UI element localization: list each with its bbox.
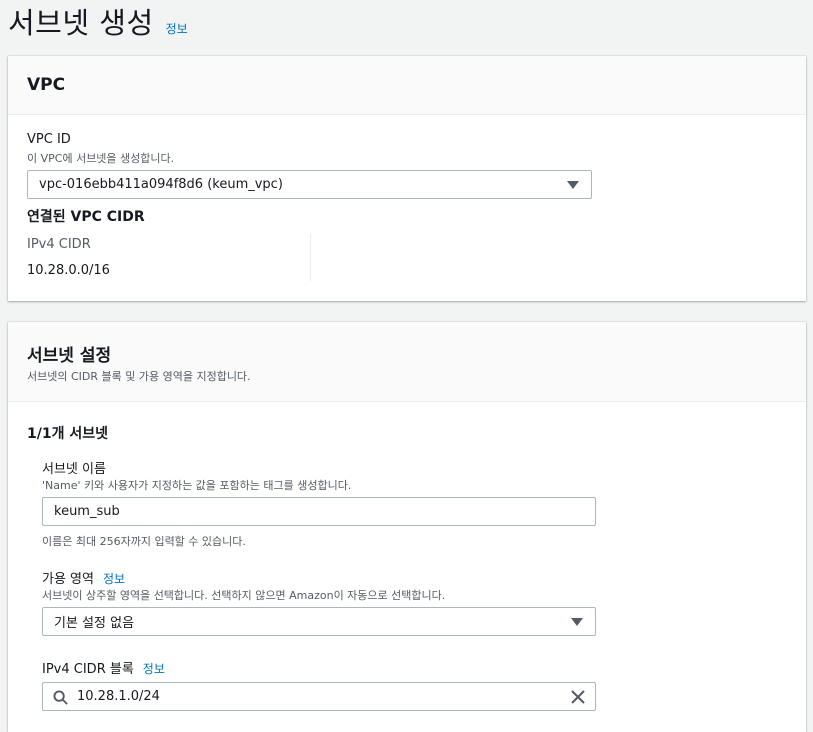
vpc-id-select[interactable]: vpc-016ebb411a094f8d6 (keum_vpc) — [27, 170, 592, 199]
vpc-panel-heading: VPC — [27, 75, 66, 95]
search-icon — [53, 690, 68, 705]
cidr-block-input[interactable]: 10.28.1.0/24 — [42, 682, 596, 711]
vpc-panel: VPC VPC ID 이 VPC에 서브넷을 생성합니다. vpc-016ebb… — [8, 56, 806, 301]
subnet-name-input[interactable]: keum_sub — [42, 497, 596, 526]
az-value: 기본 설정 없음 — [54, 616, 135, 631]
vpc-cidr-heading: 연결된 VPC CIDR — [27, 209, 145, 225]
az-select[interactable]: 기본 설정 없음 — [42, 607, 596, 636]
ipv4-cidr-label: IPv4 CIDR — [27, 237, 91, 252]
page-header: 서브넷 생성 정보 — [8, 0, 188, 40]
vpc-panel-header: VPC — [8, 56, 806, 115]
page-title: 서브넷 생성 — [8, 6, 154, 40]
subnet-name-hint: 이름은 최대 256자까지 입력할 수 있습니다. — [42, 535, 246, 548]
cidr-label-row: IPv4 CIDR 블록 정보 — [42, 658, 165, 677]
subnet-panel-header: 서브넷 설정 서브넷의 CIDR 블록 및 가용 영역을 지정합니다. — [8, 322, 806, 402]
az-label-row: 가용 영역 정보 — [42, 568, 125, 587]
az-label: 가용 영역 — [42, 572, 94, 587]
subnet-name-description: 'Name' 키와 사용자가 지정하는 값을 포함하는 태그를 생성합니다. — [42, 479, 352, 492]
page-info-link[interactable]: 정보 — [166, 20, 188, 37]
subnet-settings-panel: 서브넷 설정 서브넷의 CIDR 블록 및 가용 영역을 지정합니다. 1/1개… — [8, 322, 806, 732]
caret-down-icon — [567, 180, 579, 189]
vpc-id-value: vpc-016ebb411a094f8d6 (keum_vpc) — [39, 177, 283, 192]
subnet-count-title: 1/1개 서브넷 — [27, 426, 108, 442]
subnet-panel-heading: 서브넷 설정 — [27, 346, 112, 366]
ipv4-cidr-value: 10.28.0.0/16 — [27, 263, 110, 278]
caret-down-icon — [571, 617, 583, 626]
cidr-info-link[interactable]: 정보 — [143, 660, 165, 677]
close-icon[interactable] — [571, 690, 585, 704]
column-divider — [310, 234, 311, 281]
subnet-panel-description: 서브넷의 CIDR 블록 및 가용 영역을 지정합니다. — [27, 370, 251, 383]
cidr-block-value: 10.28.1.0/24 — [77, 689, 160, 704]
cidr-block-label: IPv4 CIDR 블록 — [42, 662, 134, 677]
subnet-name-value: keum_sub — [54, 504, 120, 519]
az-info-link[interactable]: 정보 — [103, 570, 125, 587]
subnet-name-label: 서브넷 이름 — [42, 462, 106, 477]
vpc-id-description: 이 VPC에 서브넷을 생성합니다. — [27, 152, 175, 165]
vpc-id-label: VPC ID — [27, 132, 71, 147]
az-description: 서브넷이 상주할 영역을 선택합니다. 선택하지 않으면 Amazon이 자동으… — [42, 589, 446, 602]
